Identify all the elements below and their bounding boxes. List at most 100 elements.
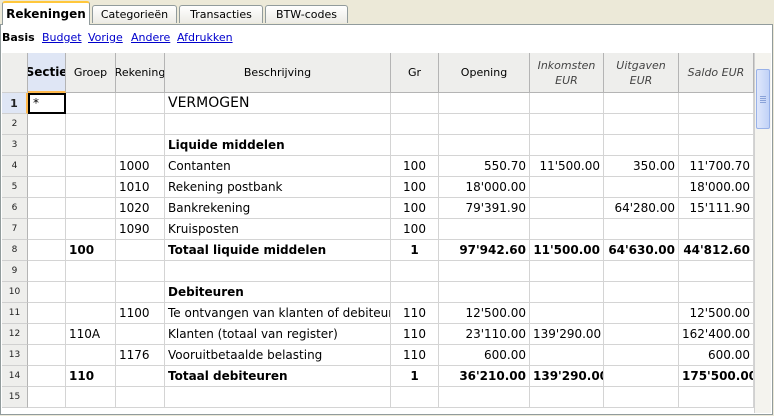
beschrijving-cell[interactable]: Te ontvangen van klanten of debiteuren — [165, 303, 391, 324]
uitgaven-cell[interactable]: 350.00 — [604, 156, 679, 177]
saldo-cell[interactable]: 11'700.70 — [679, 156, 754, 177]
gr-cell[interactable]: 110 — [391, 303, 439, 324]
inkomsten-cell[interactable] — [530, 303, 604, 324]
view-vorige[interactable]: Vorige — [88, 31, 123, 44]
rekening-cell[interactable]: 1176 — [116, 345, 165, 366]
saldo-cell[interactable] — [679, 387, 754, 408]
gr-cell[interactable] — [391, 261, 439, 282]
groep-cell[interactable] — [66, 219, 116, 240]
sectie-cell[interactable] — [28, 282, 66, 303]
saldo-cell[interactable]: 12'500.00 — [679, 303, 754, 324]
beschrijving-cell[interactable] — [165, 261, 391, 282]
gr-cell[interactable] — [391, 114, 439, 135]
opening-cell[interactable] — [439, 282, 530, 303]
scroll-thumb[interactable] — [756, 69, 770, 129]
rekening-cell[interactable] — [116, 324, 165, 345]
rekening-cell[interactable] — [116, 114, 165, 135]
gr-cell[interactable]: 100 — [391, 156, 439, 177]
rekening-cell[interactable]: 1020 — [116, 198, 165, 219]
saldo-cell[interactable] — [679, 219, 754, 240]
uitgaven-cell[interactable] — [604, 177, 679, 198]
row-number[interactable]: 3 — [2, 135, 28, 156]
saldo-cell[interactable] — [679, 135, 754, 156]
rekening-cell[interactable]: 1100 — [116, 303, 165, 324]
saldo-cell[interactable] — [679, 93, 754, 114]
inkomsten-cell[interactable]: 11'500.00 — [530, 156, 604, 177]
inkomsten-cell[interactable]: 139'290.00 — [530, 324, 604, 345]
opening-cell[interactable]: 36'210.00 — [439, 366, 530, 387]
rekening-cell[interactable] — [116, 93, 165, 114]
view-afdrukken[interactable]: Afdrukken — [177, 31, 233, 44]
opening-cell[interactable] — [439, 387, 530, 408]
opening-cell[interactable] — [439, 135, 530, 156]
row-number[interactable]: 4 — [2, 156, 28, 177]
inkomsten-cell[interactable] — [530, 177, 604, 198]
inkomsten-cell[interactable]: 139'290.00 — [530, 366, 604, 387]
sectie-cell[interactable] — [28, 198, 66, 219]
opening-cell[interactable]: 550.70 — [439, 156, 530, 177]
groep-cell[interactable] — [66, 156, 116, 177]
opening-cell[interactable]: 12'500.00 — [439, 303, 530, 324]
opening-cell[interactable]: 23'110.00 — [439, 324, 530, 345]
beschrijving-cell[interactable]: Liquide middelen — [165, 135, 391, 156]
uitgaven-cell[interactable] — [604, 387, 679, 408]
beschrijving-cell[interactable]: Bankrekening — [165, 198, 391, 219]
view-budget[interactable]: Budget — [42, 31, 82, 44]
inkomsten-cell[interactable] — [530, 114, 604, 135]
groep-cell[interactable] — [66, 135, 116, 156]
uitgaven-cell[interactable] — [604, 282, 679, 303]
sectie-cell[interactable] — [28, 156, 66, 177]
groep-cell[interactable] — [66, 114, 116, 135]
rekening-cell[interactable]: 1090 — [116, 219, 165, 240]
uitgaven-cell[interactable] — [604, 261, 679, 282]
column-header-saldo[interactable]: Saldo EUR — [679, 53, 754, 93]
beschrijving-cell[interactable]: Totaal debiteuren — [165, 366, 391, 387]
opening-cell[interactable] — [439, 261, 530, 282]
inkomsten-cell[interactable]: 11'500.00 — [530, 240, 604, 261]
inkomsten-cell[interactable] — [530, 198, 604, 219]
column-header-uitgaven[interactable]: Uitgaven EUR — [604, 53, 679, 93]
tab-btw-codes[interactable]: BTW-codes — [265, 5, 348, 23]
gr-cell[interactable]: 110 — [391, 345, 439, 366]
sectie-cell[interactable] — [28, 366, 66, 387]
rekening-cell[interactable] — [116, 135, 165, 156]
sectie-cell[interactable] — [28, 303, 66, 324]
groep-cell[interactable] — [66, 387, 116, 408]
inkomsten-cell[interactable] — [530, 387, 604, 408]
gr-cell[interactable]: 100 — [391, 177, 439, 198]
column-header-beschrijving[interactable]: Beschrijving — [165, 53, 391, 93]
tab-categorieen[interactable]: Categorieën — [92, 5, 177, 23]
gr-cell[interactable] — [391, 282, 439, 303]
row-number[interactable]: 10 — [2, 282, 28, 303]
gr-cell[interactable]: 100 — [391, 198, 439, 219]
sectie-cell[interactable] — [28, 114, 66, 135]
beschrijving-cell[interactable]: Debiteuren — [165, 282, 391, 303]
sectie-cell[interactable] — [28, 387, 66, 408]
view-andere[interactable]: Andere — [131, 31, 170, 44]
opening-cell[interactable] — [439, 219, 530, 240]
rekening-cell[interactable]: 1010 — [116, 177, 165, 198]
column-header-opening[interactable]: Opening — [439, 53, 530, 93]
gr-cell[interactable]: 1 — [391, 366, 439, 387]
gr-cell[interactable]: 100 — [391, 219, 439, 240]
row-number[interactable]: 8 — [2, 240, 28, 261]
sectie-cell[interactable] — [28, 261, 66, 282]
saldo-cell[interactable]: 175'500.00 — [679, 366, 754, 387]
groep-cell[interactable] — [66, 345, 116, 366]
sectie-cell[interactable] — [28, 219, 66, 240]
column-header-gr[interactable]: Gr — [391, 53, 439, 93]
sectie-cell[interactable]: * — [28, 93, 66, 114]
opening-cell[interactable]: 600.00 — [439, 345, 530, 366]
groep-cell[interactable] — [66, 198, 116, 219]
gr-cell[interactable]: 110 — [391, 324, 439, 345]
rekening-cell[interactable] — [116, 282, 165, 303]
groep-cell[interactable] — [66, 93, 116, 114]
row-number[interactable]: 15 — [2, 387, 28, 408]
groep-cell[interactable]: 110 — [66, 366, 116, 387]
beschrijving-cell[interactable]: Vooruitbetaalde belasting — [165, 345, 391, 366]
saldo-cell[interactable] — [679, 261, 754, 282]
beschrijving-cell[interactable]: Totaal liquide middelen — [165, 240, 391, 261]
column-header-sectie[interactable]: Sectie — [28, 53, 66, 93]
uitgaven-cell[interactable] — [604, 324, 679, 345]
groep-cell[interactable] — [66, 177, 116, 198]
